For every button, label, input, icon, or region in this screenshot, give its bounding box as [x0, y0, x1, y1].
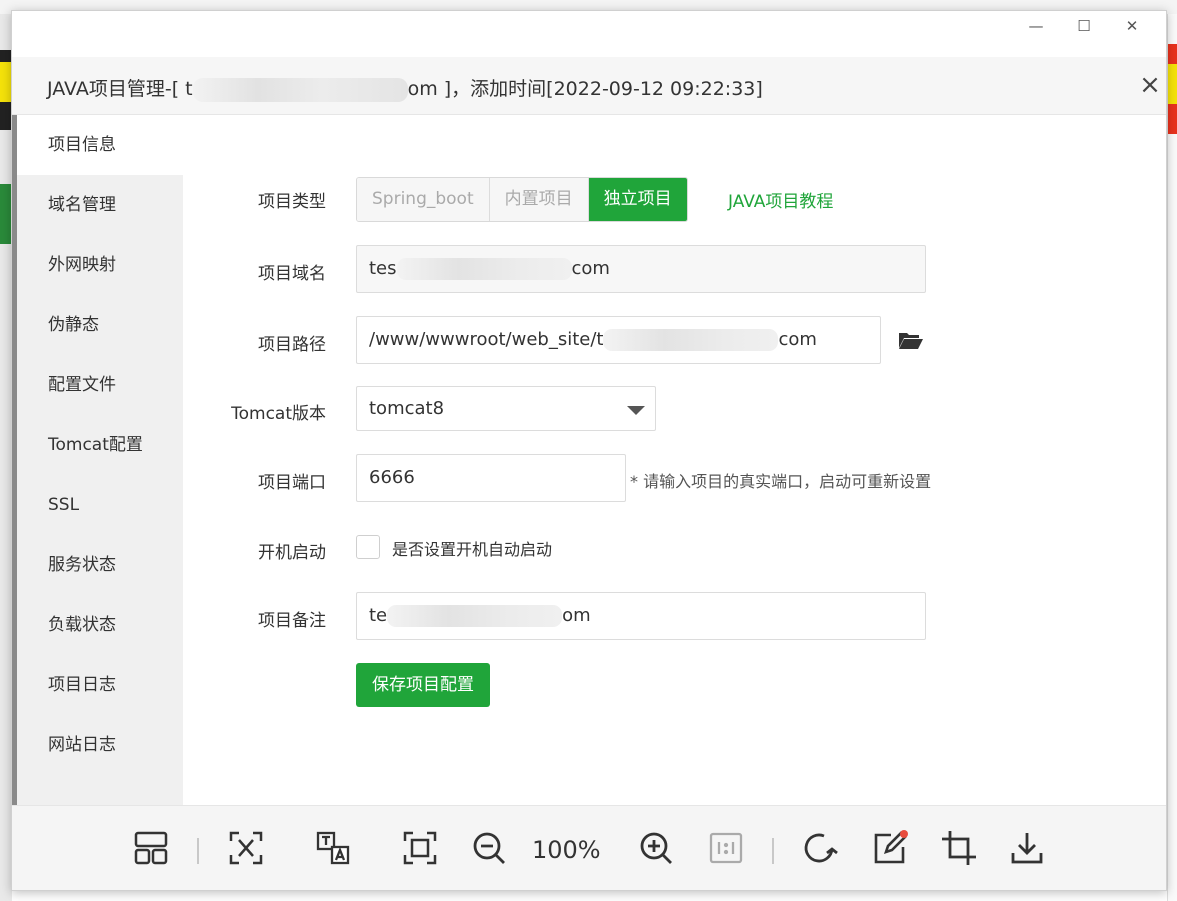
zoom-in-icon[interactable] — [634, 826, 678, 870]
translate-icon[interactable] — [311, 826, 355, 870]
edit-icon[interactable] — [868, 826, 912, 870]
redacted-blur — [603, 329, 779, 351]
project-path-input[interactable]: /www/wwwroot/web_site/t com — [356, 316, 881, 364]
maximize-button[interactable]: ☐ — [1060, 13, 1108, 39]
project-info-form: 项目类型 Spring_boot 内置项目 独立项目 JAVA项目教程 项目域名… — [183, 115, 1166, 805]
sidebar-item-service-status[interactable]: 服务状态 — [17, 535, 183, 595]
domain-value-prefix: tes — [369, 258, 397, 279]
autostart-checkbox-label[interactable]: 是否设置开机自动启动 — [392, 536, 552, 560]
sidebar-item-rewrite[interactable]: 伪静态 — [17, 295, 183, 355]
dialog-close-button[interactable]: × — [1134, 69, 1166, 101]
sidebar-item-tomcat-config[interactable]: Tomcat配置 — [17, 415, 183, 475]
remark-value-prefix: te — [369, 605, 388, 626]
tomcat-version-value: tomcat8 — [369, 398, 445, 419]
sidebar-item-ssl[interactable]: SSL — [17, 475, 183, 535]
project-remark-input[interactable]: te om — [356, 592, 926, 640]
redacted-blur — [396, 258, 572, 280]
port-value: 6666 — [369, 467, 415, 488]
actual-size-icon[interactable] — [704, 826, 748, 870]
dialog-header: JAVA项目管理-[ t om ]，添加时间[2022-09-12 09:22:3… — [12, 57, 1166, 115]
viewer-toolbar: 100% — [12, 805, 1166, 890]
project-domain-label: 项目域名 — [258, 264, 326, 284]
sidebar-item-project-log[interactable]: 项目日志 — [17, 655, 183, 715]
redacted-blur — [192, 77, 408, 102]
type-option-spring-boot[interactable]: Spring_boot — [357, 178, 490, 221]
domain-value-suffix: com — [571, 258, 610, 279]
sidebar-item-config-file[interactable]: 配置文件 — [17, 355, 183, 415]
window-controls: — ☐ ✕ — [1012, 13, 1156, 39]
zoom-level: 100% — [532, 836, 601, 864]
zoom-out-icon[interactable] — [467, 826, 511, 870]
project-port-input[interactable]: 6666 — [356, 454, 626, 502]
dialog-title-prefix: JAVA项目管理-[ t — [47, 78, 193, 100]
dialog-title: JAVA项目管理-[ t om ]，添加时间[2022-09-12 09:22:3… — [47, 74, 763, 102]
java-tutorial-link[interactable]: JAVA项目教程 — [728, 187, 833, 212]
sidebar-item-load-status[interactable]: 负载状态 — [17, 595, 183, 655]
project-remark-label: 项目备注 — [258, 611, 326, 631]
background-page-right — [1167, 14, 1177, 901]
chevron-down-icon — [627, 406, 645, 415]
thumbnails-icon[interactable] — [129, 826, 173, 870]
remark-value-suffix: om — [562, 605, 591, 626]
background-banner-right — [1168, 44, 1177, 134]
image-viewer-window: — ☐ ✕ JAVA项目管理-[ t om ]，添加时间[2022-09-12 0… — [11, 10, 1167, 891]
rotate-icon[interactable] — [798, 826, 842, 870]
save-project-config-button[interactable]: 保存项目配置 — [356, 663, 490, 707]
project-port-label: 项目端口 — [258, 473, 326, 493]
project-path-label: 项目路径 — [258, 335, 326, 355]
redacted-blur — [387, 605, 563, 627]
port-hint: * 请输入项目的真实端口，启动可重新设置 — [630, 472, 932, 491]
autostart-checkbox[interactable] — [356, 535, 380, 559]
autostart-label: 开机启动 — [258, 543, 326, 563]
folder-open-icon[interactable] — [898, 330, 924, 350]
text-extract-icon[interactable] — [224, 826, 268, 870]
project-domain-input[interactable]: tes com — [356, 245, 926, 293]
project-type-label: 项目类型 — [258, 192, 326, 212]
type-option-standalone[interactable]: 独立项目 — [588, 178, 687, 221]
toolbar-divider — [772, 838, 774, 864]
minimize-button[interactable]: — — [1012, 13, 1060, 39]
window-close-button[interactable]: ✕ — [1108, 13, 1156, 39]
toolbar-divider — [197, 838, 199, 864]
fit-screen-icon[interactable] — [398, 826, 442, 870]
tomcat-version-label: Tomcat版本 — [231, 404, 326, 424]
sidebar-item-domain[interactable]: 域名管理 — [17, 175, 183, 235]
sidebar-item-external-mapping[interactable]: 外网映射 — [17, 235, 183, 295]
sidebar-item-project-info[interactable]: 项目信息 — [17, 115, 183, 175]
type-option-builtin[interactable]: 内置项目 — [489, 178, 589, 221]
path-value-suffix: com — [778, 329, 817, 350]
crop-icon[interactable] — [937, 826, 981, 870]
sidebar-item-site-log[interactable]: 网站日志 — [17, 715, 183, 775]
sidebar: 项目信息 域名管理 外网映射 伪静态 配置文件 Tomcat配置 SSL 服务状… — [12, 115, 183, 805]
project-type-segmented: Spring_boot 内置项目 独立项目 — [356, 177, 688, 222]
download-icon[interactable] — [1005, 826, 1049, 870]
tomcat-version-select[interactable]: tomcat8 — [356, 386, 656, 431]
path-value-prefix: /www/wwwroot/web_site/t — [369, 329, 604, 350]
dialog-title-suffix: om ]，添加时间[2022-09-12 09:22:33] — [407, 78, 763, 100]
